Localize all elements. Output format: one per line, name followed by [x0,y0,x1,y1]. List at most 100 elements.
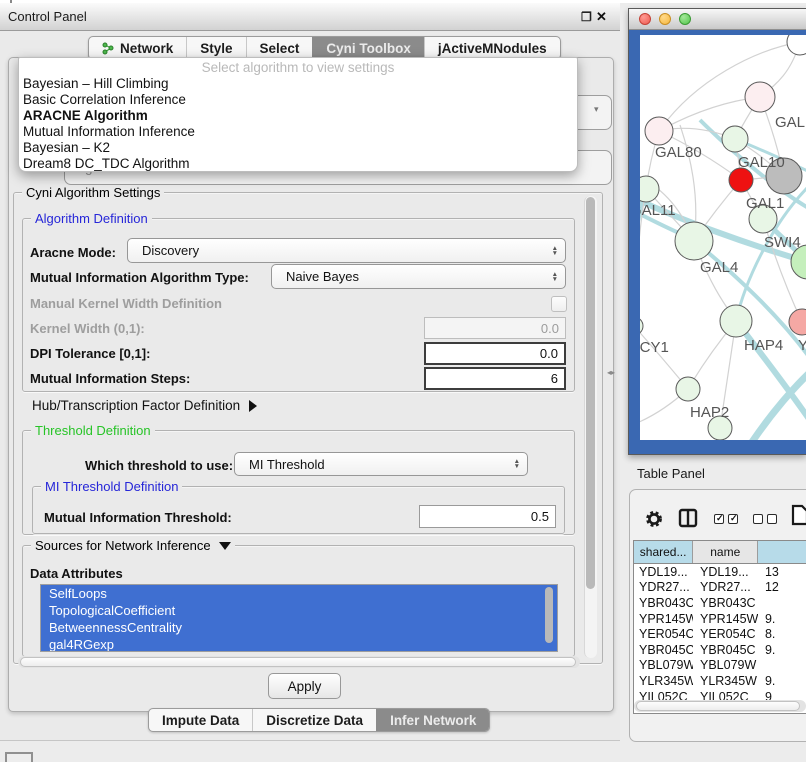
gear-icon[interactable] [644,509,664,529]
tab-infer-network[interactable]: Infer Network [376,709,489,731]
cell: YPR145W [693,611,758,627]
checked-box-icon: ✓ [728,514,738,524]
node-label-gal11: GAL11 [640,202,676,219]
attribute-item[interactable]: SelfLoops [41,585,557,602]
algorithm-option-aracne[interactable]: ARACNE Algorithm [19,108,577,124]
zoom-traffic-light[interactable] [679,13,691,25]
float-window-icon[interactable]: ❐ [581,10,592,24]
aracne-mode-value: Discovery [142,243,199,258]
manual-kernel-width-checkbox[interactable] [551,296,567,312]
node-gal4[interactable] [675,222,713,260]
settings-hscrollbar-thumb[interactable] [20,657,576,667]
network-graph: GAL80 GAL10 GAL1 GAL11 GAL4 SWI4 GCY1 HA… [640,35,806,440]
settings-scrollbar[interactable] [584,196,597,658]
table-row[interactable]: YBR043C YBR043C [634,595,806,611]
aracne-mode-select[interactable]: Discovery ▲▼ [127,238,566,263]
select-all-columns-icon[interactable]: ✓ ✓ [714,514,738,524]
close-icon[interactable]: ✕ [596,9,607,25]
dpi-tolerance-field[interactable]: 0.0 [424,342,566,365]
cell: YBR045C [693,642,758,658]
node-unlabeled-top[interactable] [787,35,806,55]
table-hscrollbar-thumb[interactable] [636,701,800,711]
attribute-item[interactable]: gal4RGexp [41,636,557,652]
cell: YPR145W [634,611,693,627]
tab-discretize-data[interactable]: Discretize Data [252,709,376,731]
settings-hscrollbar[interactable] [18,656,580,668]
tab-impute-data-label: Impute Data [162,713,239,728]
cell: 13 [758,564,806,580]
cell: YLR345W [634,673,693,689]
kernel-width-field[interactable]: 0.0 [424,317,566,339]
tab-discretize-data-label: Discretize Data [266,713,363,728]
node-gal1[interactable] [729,168,753,192]
manual-kernel-width-label: Manual Kernel Width Definition [30,296,222,311]
table-row[interactable]: YDL19... YDL19... 13 [634,564,806,580]
apply-button[interactable]: Apply [268,673,341,699]
attribute-list-scrollbar-thumb[interactable] [545,587,553,643]
cell [758,658,806,674]
close-traffic-light[interactable] [639,13,651,25]
sources-group-title-wrap[interactable]: Sources for Network Inference [31,538,235,553]
node-label-hap2: HAP2 [690,404,729,421]
cell: YBR043C [634,595,693,611]
node-gcy1[interactable] [640,317,643,335]
table-row[interactable]: YBL079W YBL079W [634,658,806,674]
unselect-all-columns-icon[interactable] [753,514,777,524]
algorithm-option[interactable]: Dream8 DC_TDC Algorithm [19,156,577,172]
algorithm-option[interactable]: Bayesian – K2 [19,140,577,156]
stepper-icon: ▲▼ [552,272,558,282]
mi-threshold-field[interactable]: 0.5 [419,505,556,528]
tab-cyni-toolbox[interactable]: Cyni Toolbox [312,37,424,59]
document-icon[interactable] [791,504,806,526]
node-label-gcy1: GCY1 [640,339,669,356]
node-gal-cut[interactable] [745,82,775,112]
cell: YBR045C [634,642,693,658]
mi-steps-field[interactable]: 6 [424,367,566,390]
split-view-icon[interactable] [678,508,698,528]
node-hap2[interactable] [676,377,700,401]
table-row[interactable]: YER054C YER054C 8. [634,626,806,642]
node-label-gal1: GAL1 [746,195,784,212]
tab-style[interactable]: Style [186,37,245,59]
node-gal10[interactable] [722,126,748,152]
cell: YBL079W [693,658,758,674]
column-header-shared-name[interactable]: shared... [634,541,693,563]
mi-type-select[interactable]: Naive Bayes ▲▼ [271,264,566,289]
minimize-traffic-light[interactable] [659,13,671,25]
stepper-icon: ▲▼ [552,246,558,256]
table-row[interactable]: YLR345W YLR345W 9. [634,673,806,689]
table-row[interactable]: YBR045C YBR045C 9. [634,642,806,658]
node-hap4[interactable] [720,305,752,337]
which-threshold-select[interactable]: MI Threshold ▲▼ [234,452,528,476]
column-header-clipped[interactable] [758,541,806,563]
attribute-item[interactable]: BetweennessCentrality [41,619,557,636]
unchecked-box-icon [753,514,763,524]
cyni-bottom-tab-bar: Impute Data Discretize Data Infer Networ… [148,708,490,732]
table-row[interactable]: YDR27... YDR27... 12 [634,580,806,596]
table-hscrollbar[interactable] [634,700,806,712]
network-window-titlebar [629,9,806,30]
algorithm-option[interactable]: Mutual Information Inference [19,124,577,140]
algorithm-option[interactable]: Bayesian – Hill Climbing [19,76,577,92]
node-y-cut[interactable] [789,309,806,335]
network-canvas[interactable]: GAL80 GAL10 GAL1 GAL11 GAL4 SWI4 GCY1 HA… [640,35,806,440]
tab-cyni-toolbox-label: Cyni Toolbox [326,41,411,56]
node-gal80[interactable] [645,117,673,145]
table-row[interactable]: YPR145W YPR145W 9. [634,611,806,627]
node-label-gal-cut: GAL [775,114,805,131]
tab-network[interactable]: Network [89,37,186,59]
data-attributes-label: Data Attributes [30,566,123,581]
data-attributes-list[interactable]: SelfLoops TopologicalCoefficient Between… [40,584,558,652]
algorithm-option[interactable]: Basic Correlation Inference [19,92,577,108]
attribute-item[interactable]: TopologicalCoefficient [41,602,557,619]
tab-jactivemnodules[interactable]: jActiveMNodules [424,37,560,59]
settings-scrollbar-thumb[interactable] [586,197,595,589]
node-gal11[interactable] [640,176,659,202]
table-panel-title: Table Panel [637,466,705,481]
hub-definition-toggle[interactable]: Hub/Transcription Factor Definition [32,398,257,413]
tab-select[interactable]: Select [246,37,313,59]
column-header-name[interactable]: name [693,541,758,563]
tab-impute-data[interactable]: Impute Data [149,709,252,731]
control-panel-titlebar: Control Panel [0,3,620,31]
split-pane-handle[interactable]: ◂▸ [607,368,615,377]
